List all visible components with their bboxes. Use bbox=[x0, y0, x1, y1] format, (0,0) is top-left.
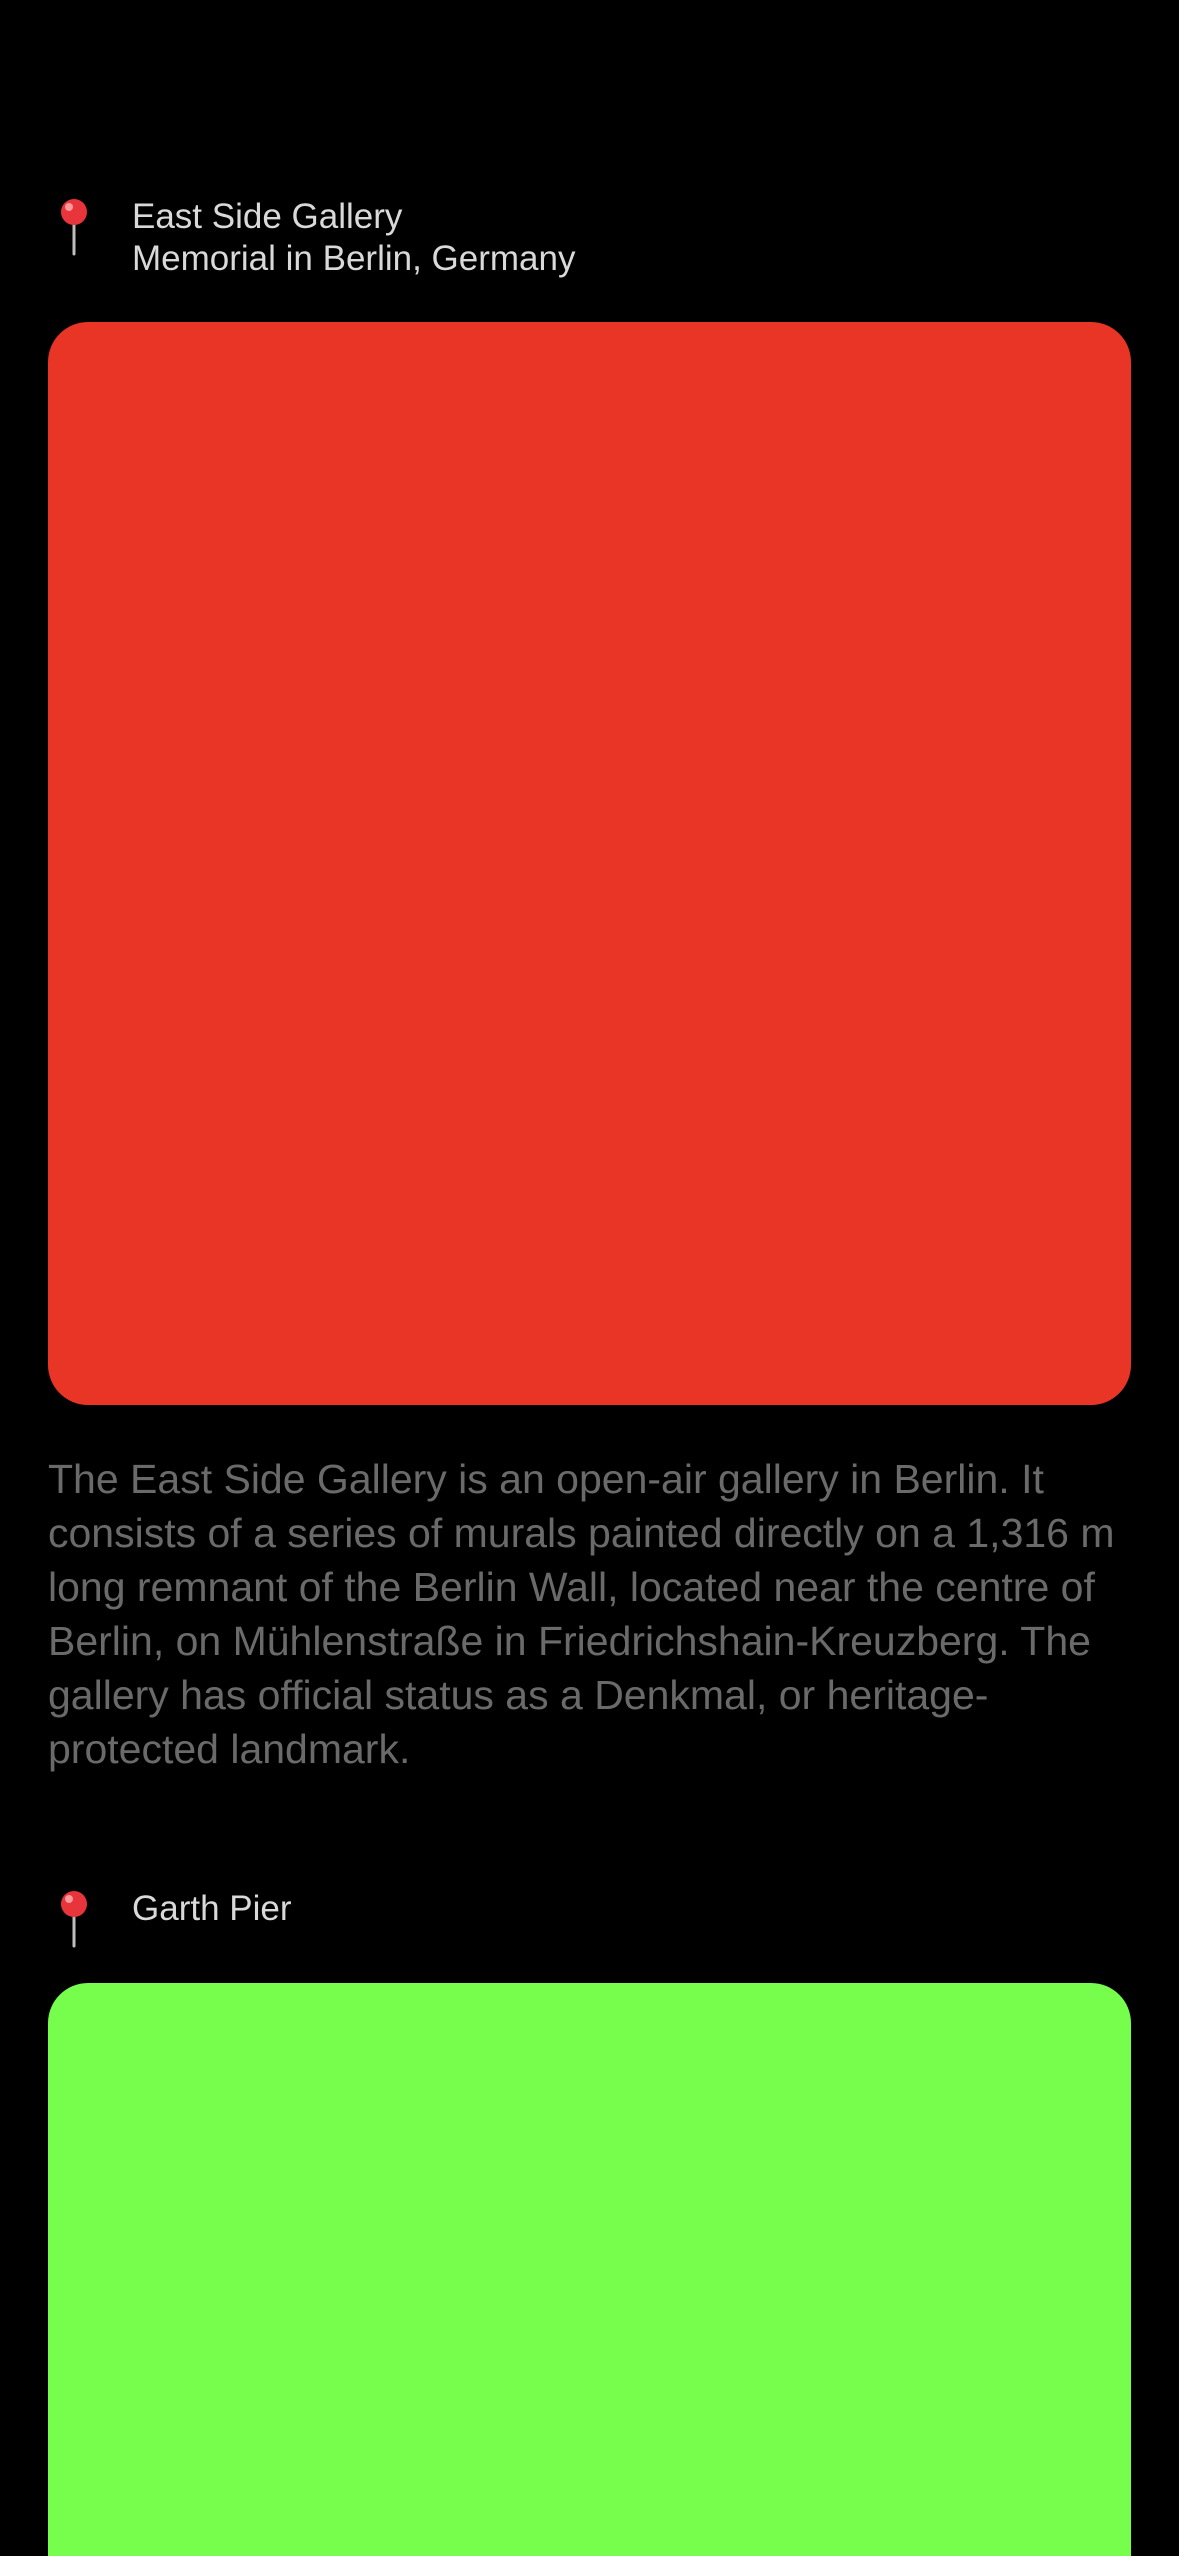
place-description: The East Side Gallery is an open-air gal… bbox=[48, 1456, 1115, 1772]
place-title: East Side Gallery bbox=[132, 197, 403, 236]
place-header-garth-pier[interactable]: Garth Pier bbox=[48, 1888, 292, 1948]
place-image[interactable] bbox=[48, 322, 1131, 1405]
place-header-east-side-gallery[interactable]: East Side Gallery Memorial in Berlin, Ge… bbox=[48, 196, 575, 280]
place-title: Garth Pier bbox=[132, 1889, 292, 1928]
pin-icon bbox=[48, 196, 100, 256]
pin-icon bbox=[48, 1888, 100, 1948]
place-image[interactable] bbox=[48, 1983, 1131, 2556]
place-subtitle: Memorial in Berlin, Germany bbox=[132, 239, 576, 278]
